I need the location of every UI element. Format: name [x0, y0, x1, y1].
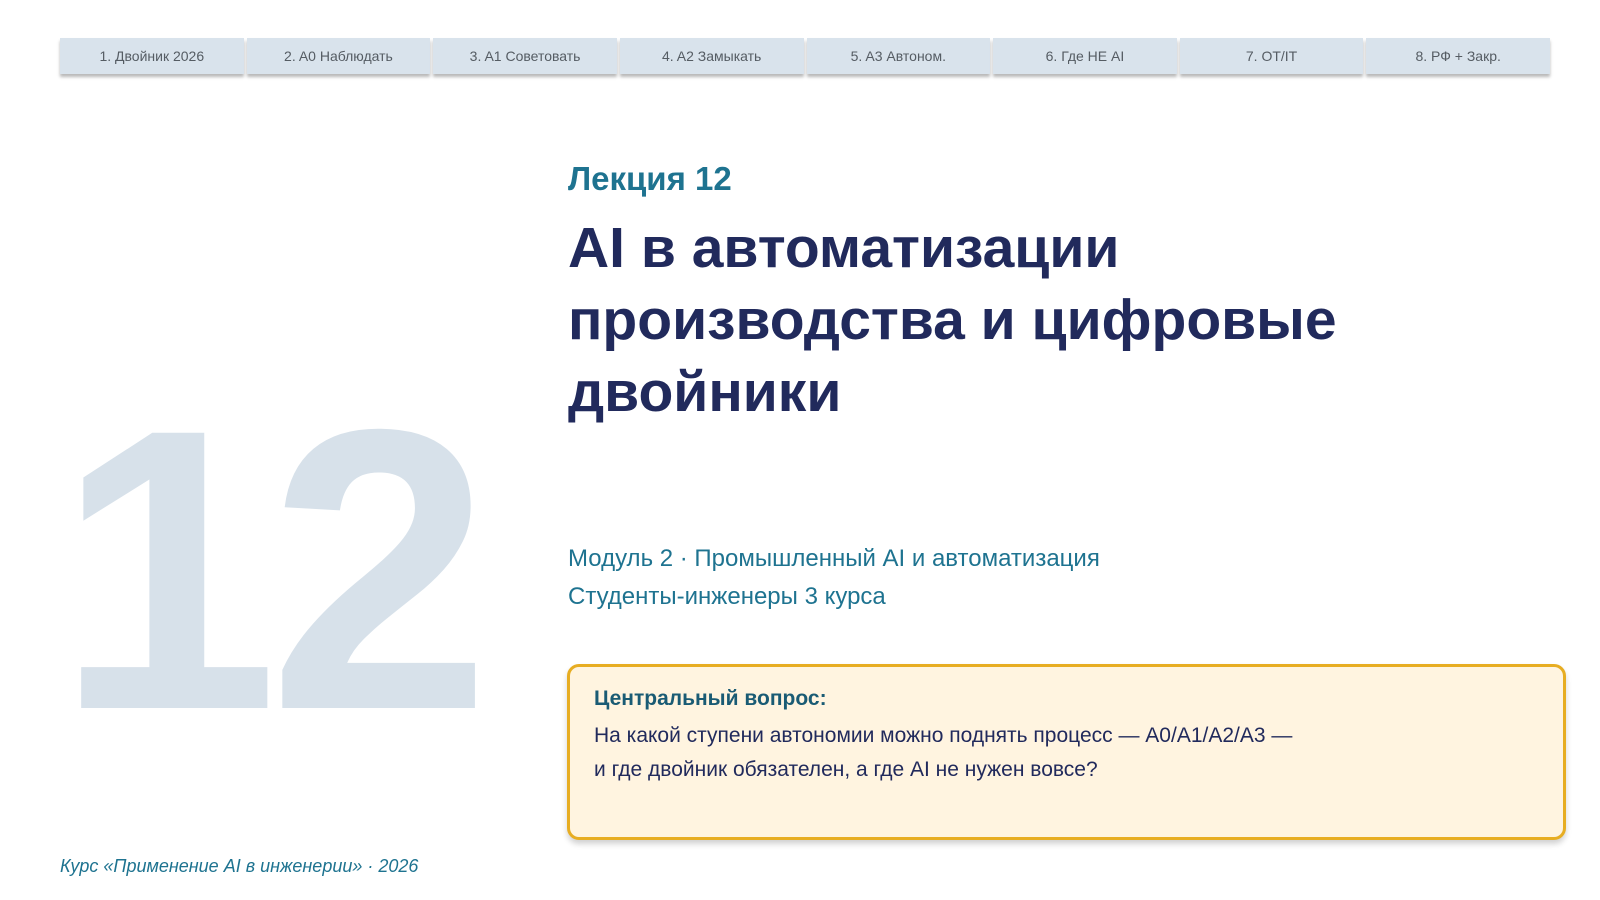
slide-title: AI в автоматизации производства и цифров… — [568, 212, 1468, 428]
title-line: двойники — [568, 360, 842, 424]
central-question-label: Центральный вопрос: — [594, 687, 827, 710]
course-footer: Курс «Применение AI в инженерии» · 2026 — [60, 856, 419, 876]
central-question-box: Центральный вопрос: На какой ступени авт… — [567, 664, 1566, 840]
audience-line: Студенты-инженеры 3 курса — [568, 583, 886, 610]
nav-tab-twin-2026[interactable]: 1. Двойник 2026 — [60, 38, 244, 74]
lecture-label: Лекция 12 — [568, 160, 732, 197]
nav-tab-a2-close-loop[interactable]: 4. A2 Замыкать — [619, 38, 804, 74]
nav-tab-a3-autonomous[interactable]: 5. A3 Автоном. — [806, 38, 991, 74]
nav-tab-a0-observe[interactable]: 2. A0 Наблюдать — [246, 38, 431, 74]
title-line: AI в автоматизации — [568, 216, 1120, 280]
nav-tab-rf-closing[interactable]: 8. РФ + Закр. — [1366, 38, 1550, 74]
section-nav: 1. Двойник 2026 2. A0 Наблюдать 3. A1 Со… — [60, 38, 1550, 74]
nav-tab-ot-it[interactable]: 7. OT/IT — [1179, 38, 1364, 74]
lecture-number-watermark: 12 — [56, 346, 491, 793]
nav-tab-a1-advise[interactable]: 3. A1 Советовать — [433, 38, 617, 74]
title-line: производства и цифровые — [568, 288, 1337, 352]
central-question-line: На какой ступени автономии можно поднять… — [594, 724, 1293, 747]
module-line: Модуль 2 · Промышленный AI и автоматизац… — [568, 545, 1100, 572]
module-info: Модуль 2 · Промышленный AI и автоматизац… — [568, 540, 1100, 616]
nav-tab-where-not-ai[interactable]: 6. Где НЕ AI — [993, 38, 1177, 74]
central-question-line: и где двойник обязателен, а где AI не ну… — [594, 758, 1098, 781]
